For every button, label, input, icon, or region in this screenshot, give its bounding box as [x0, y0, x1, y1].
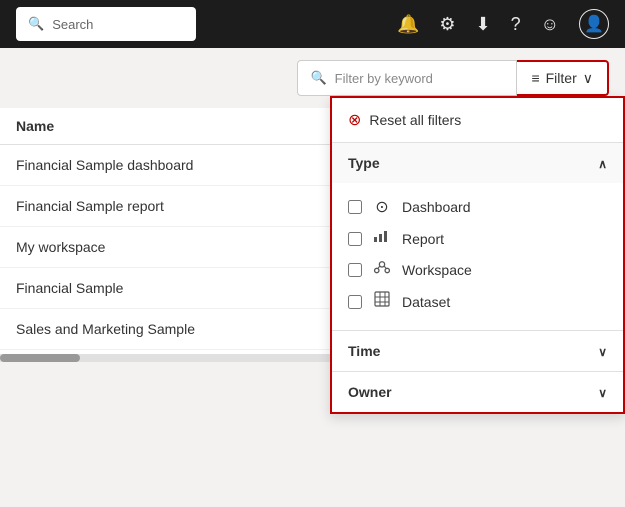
search-placeholder: Search [52, 17, 93, 32]
owner-section-label: Owner [348, 384, 392, 400]
type-section-label: Type [348, 155, 380, 171]
workspace-checkbox[interactable] [348, 263, 362, 277]
filter-button-label: Filter [546, 70, 577, 86]
time-chevron-down-icon [598, 343, 607, 359]
filter-option-dataset[interactable]: Dataset [348, 285, 607, 318]
owner-section-header[interactable]: Owner [332, 372, 623, 412]
reset-label: Reset all filters [369, 112, 461, 128]
reset-icon: ⊗ [348, 110, 361, 130]
filter-option-report[interactable]: Report [348, 223, 607, 254]
filter-panel: ⊗ Reset all filters Type ⊙ Dashboard [330, 96, 625, 414]
filter-keyword-input[interactable]: 🔍 Filter by keyword [297, 60, 517, 96]
dashboard-icon: ⊙ [372, 197, 392, 217]
search-box[interactable]: 🔍 Search [16, 7, 196, 41]
type-options: ⊙ Dashboard Report [332, 183, 623, 330]
workspace-icon [372, 260, 392, 279]
filter-lines-icon: ≡ [531, 70, 539, 86]
type-section: Type ⊙ Dashboard [332, 143, 623, 331]
reset-filters-button[interactable]: ⊗ Reset all filters [332, 98, 623, 143]
dashboard-checkbox[interactable] [348, 200, 362, 214]
dataset-label: Dataset [402, 294, 450, 310]
bell-icon[interactable]: 🔔 [397, 14, 419, 35]
type-chevron-up-icon [598, 155, 607, 171]
help-icon[interactable]: ? [511, 14, 521, 35]
dataset-icon [372, 291, 392, 312]
search-icon: 🔍 [28, 16, 44, 32]
workspace-label: Workspace [402, 262, 472, 278]
time-section-label: Time [348, 343, 380, 359]
filter-keyword-placeholder: Filter by keyword [335, 71, 433, 86]
type-section-header[interactable]: Type [332, 143, 623, 183]
nav-icons: 🔔 ⚙ ⬇ ? ☺ 👤 [397, 9, 609, 39]
settings-icon[interactable]: ⚙ [439, 14, 455, 35]
filter-option-dashboard[interactable]: ⊙ Dashboard [348, 191, 607, 223]
dataset-checkbox[interactable] [348, 295, 362, 309]
time-section-header[interactable]: Time [332, 331, 623, 372]
dashboard-label: Dashboard [402, 199, 471, 215]
avatar[interactable]: 👤 [579, 9, 609, 39]
main-content: 🔍 Filter by keyword ≡ Filter ∨ Name Ty F… [0, 48, 625, 362]
report-icon [372, 229, 392, 248]
smiley-icon[interactable]: ☺ [541, 14, 559, 35]
top-navigation: 🔍 Search 🔔 ⚙ ⬇ ? ☺ 👤 [0, 0, 625, 48]
filter-chevron-icon: ∨ [583, 70, 593, 87]
owner-chevron-down-icon [598, 384, 607, 400]
filter-button[interactable]: ≡ Filter ∨ [517, 60, 609, 96]
report-label: Report [402, 231, 444, 247]
scroll-thumb[interactable] [0, 354, 80, 362]
download-icon[interactable]: ⬇ [476, 14, 491, 35]
report-checkbox[interactable] [348, 232, 362, 246]
search-icon-filter: 🔍 [310, 70, 326, 86]
filter-option-workspace[interactable]: Workspace [348, 254, 607, 285]
